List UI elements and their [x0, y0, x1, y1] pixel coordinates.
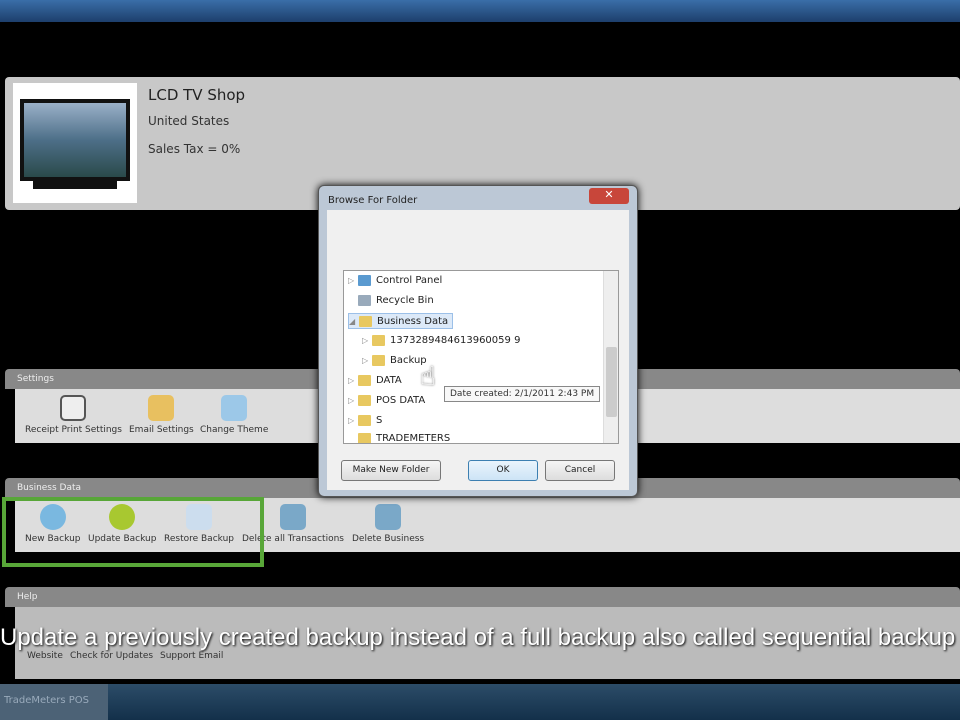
- label: TRADEMETERS: [376, 433, 451, 444]
- dialog-title: Browse For Folder: [328, 195, 418, 206]
- make-new-folder-button[interactable]: Make New Folder: [341, 460, 441, 481]
- help-section: Help: [5, 587, 960, 607]
- tree-item[interactable]: TRADEMETERS: [348, 431, 451, 444]
- tv-image: [13, 83, 137, 203]
- tree-item[interactable]: ▷ 1373289484613960059 9: [362, 333, 520, 349]
- label: Email Settings: [129, 425, 194, 435]
- email-settings-button[interactable]: Email Settings: [129, 395, 194, 435]
- label: Business Data: [377, 316, 449, 327]
- delete-business-button[interactable]: Delete Business: [352, 504, 424, 544]
- label: DATA: [376, 375, 402, 386]
- tree-item[interactable]: ▷ POS DATA: [348, 393, 425, 409]
- ok-button[interactable]: OK: [468, 460, 538, 481]
- label: Change Theme: [200, 425, 269, 435]
- video-caption: Update a previously created backup inste…: [0, 624, 956, 651]
- tree-item-selected[interactable]: ◢ Business Data: [348, 313, 454, 329]
- scrollbar[interactable]: [603, 271, 618, 443]
- taskbar: TradeMeters POS: [0, 684, 960, 720]
- label: POS DATA: [376, 395, 426, 406]
- cancel-button[interactable]: Cancel: [545, 460, 615, 481]
- envelope-icon: [148, 395, 175, 421]
- label: Recycle Bin: [376, 295, 434, 306]
- delete-icon: [279, 504, 306, 530]
- hand-cursor-icon: ☝: [420, 362, 436, 392]
- folder-tree: ▷ Control Panel Recycle Bin ◢ Business Dat…: [343, 270, 619, 444]
- change-theme-button[interactable]: Change Theme: [200, 395, 268, 435]
- highlight-box: [2, 497, 264, 567]
- label: 1373289484613960059 9: [390, 335, 521, 346]
- help-header: Help: [5, 587, 960, 607]
- store-name: LCD TV Shop: [148, 86, 246, 104]
- browse-folder-dialog: Browse For Folder ✕ ▷ Control Panel Recyc…: [318, 185, 638, 497]
- label: Delete Business: [352, 534, 425, 544]
- printer-icon: [60, 395, 87, 421]
- tree-item[interactable]: Recycle Bin: [348, 293, 434, 309]
- store-country: United States: [148, 114, 230, 128]
- sales-tax: Sales Tax = 0%: [148, 142, 241, 156]
- label: Control Panel: [376, 275, 443, 286]
- receipt-print-settings-button[interactable]: Receipt Print Settings: [25, 395, 122, 435]
- tree-item[interactable]: ▷ Backup: [362, 353, 427, 369]
- tree-item[interactable]: ▷ Control Panel: [348, 273, 442, 289]
- tooltip: Date created: 2/1/2011 2:43 PM: [444, 386, 601, 402]
- label: Receipt Print Settings: [25, 425, 122, 435]
- theme-icon: [221, 395, 248, 421]
- taskbar-app[interactable]: TradeMeters POS: [0, 684, 108, 720]
- tree-item[interactable]: ▷ DATA: [348, 373, 402, 389]
- top-bar: [0, 0, 960, 22]
- close-button[interactable]: ✕: [589, 188, 629, 204]
- delete-icon: [375, 504, 402, 530]
- tree-item[interactable]: ▷ S: [348, 413, 382, 429]
- label: S: [376, 415, 383, 426]
